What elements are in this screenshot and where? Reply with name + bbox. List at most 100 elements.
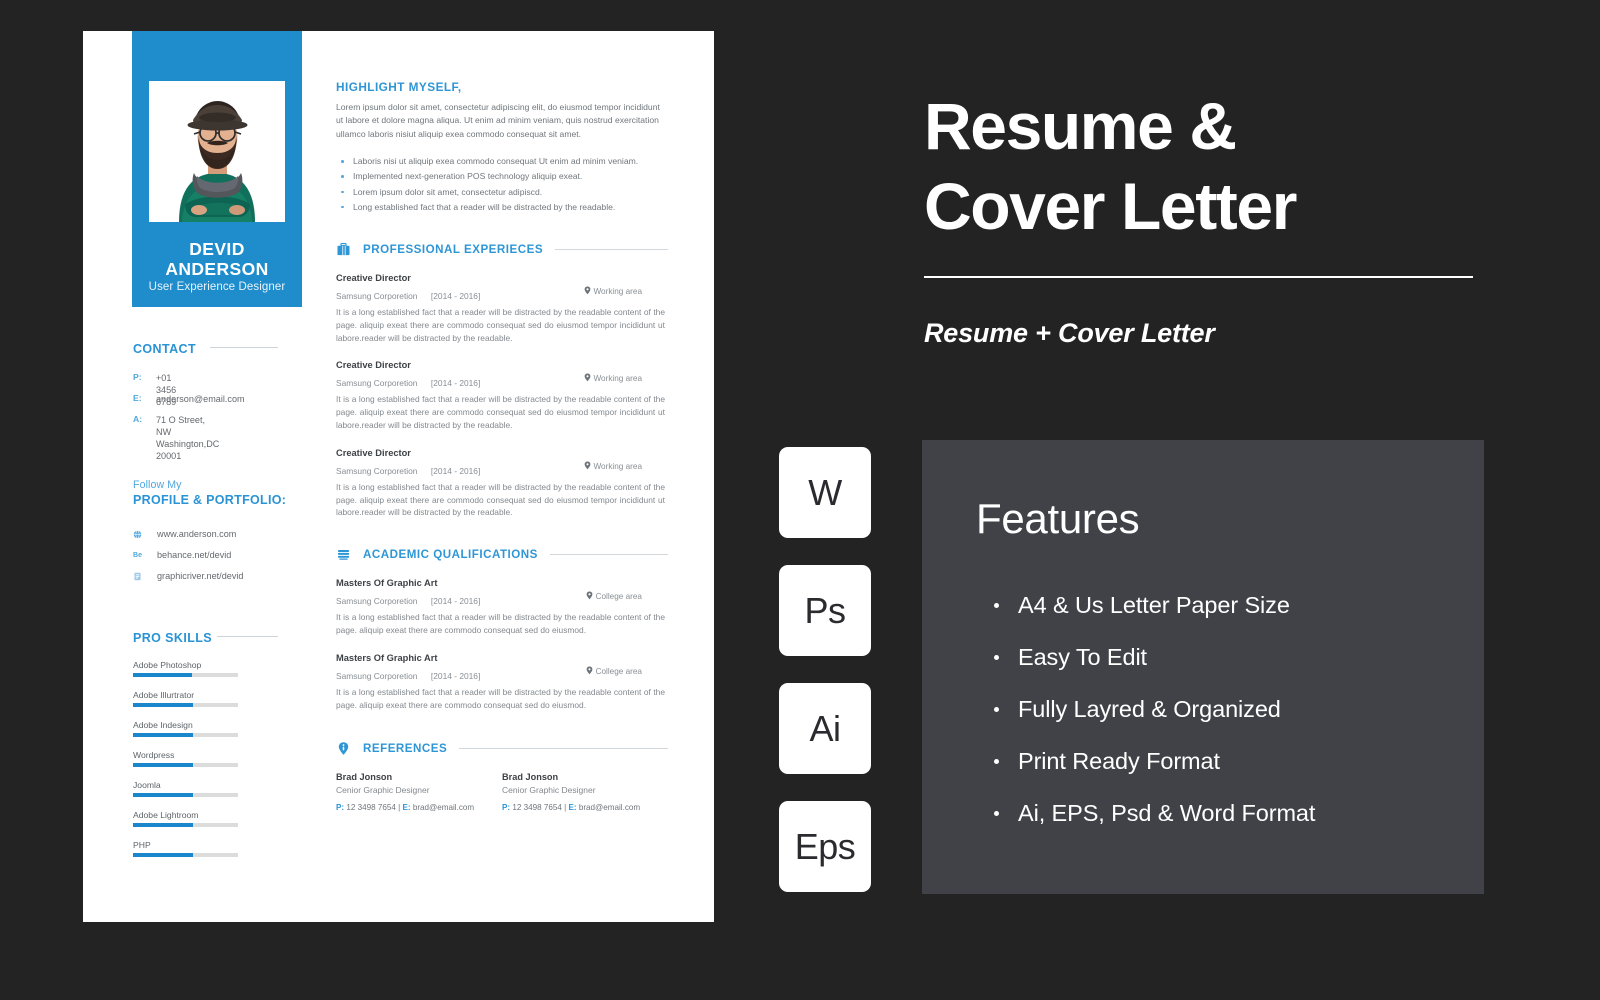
reference-contact: P: 12 3498 7654 | E: brad@email.com xyxy=(336,803,502,812)
entry-title: Masters Of Graphic Art xyxy=(336,578,438,589)
entry-place: Working area xyxy=(584,286,642,296)
highlight-bullet: Lorem ipsum dolor sit amet, consectetur … xyxy=(336,185,668,200)
reference-separator: | xyxy=(564,803,567,813)
skill-label: Adobe Illurtrator xyxy=(133,690,195,700)
contact-key-phone: P: xyxy=(133,372,142,382)
academic-section-header: ACADEMIC QUALIFICATIONS xyxy=(336,547,668,562)
map-pin-icon xyxy=(586,666,593,675)
promo-divider xyxy=(924,276,1473,278)
experience-entry: Creative Director Samsung Corporetion [2… xyxy=(336,360,668,431)
contact-section-title: CONTACT xyxy=(133,342,196,356)
map-pin-icon xyxy=(584,461,591,470)
academic-section: ACADEMIC QUALIFICATIONS Masters Of Graph… xyxy=(336,547,668,711)
entry-title: Creative Director xyxy=(336,273,411,284)
entry-meta: Samsung Corporetion [2014 - 2016] Workin… xyxy=(336,461,668,476)
entry-meta: Samsung Corporetion [2014 - 2016] Workin… xyxy=(336,373,668,389)
resume-sidebar: DEVID ANDERSON User Experience Designer … xyxy=(132,31,302,922)
reference-card: Brad Jonson Cenior Graphic Designer P: 1… xyxy=(336,772,502,812)
entry-meta: Samsung Corporetion [2014 - 2016] Colleg… xyxy=(336,666,668,681)
skill-track xyxy=(133,733,238,737)
experience-section-title: PROFESSIONAL EXPERIECES xyxy=(363,243,544,257)
promo-title-line-1: Resume & xyxy=(924,89,1237,163)
skill-fill xyxy=(133,703,193,707)
format-badge-list: W Ps Ai Eps xyxy=(779,447,871,919)
skill-item: Joomla xyxy=(133,780,238,797)
feature-item: A4 & Us Letter Paper Size xyxy=(990,592,1315,618)
reference-separator: | xyxy=(398,803,401,813)
reference-email-key: E: xyxy=(402,803,411,813)
skill-fill xyxy=(133,733,193,737)
highlight-paragraph: Lorem ipsum dolor sit amet, consectetur … xyxy=(336,102,660,139)
entry-place-text: College area xyxy=(595,592,642,602)
experience-entry: Creative Director Samsung Corporetion [2… xyxy=(336,273,668,344)
info-pin-icon xyxy=(336,741,351,756)
entry-place-text: Working area xyxy=(593,287,642,297)
word-format-badge[interactable]: W xyxy=(779,447,871,538)
references-section-divider xyxy=(459,748,668,750)
entry-place: College area xyxy=(586,666,642,676)
experience-section: PROFESSIONAL EXPERIECES Creative Directo… xyxy=(336,242,668,519)
experience-entry: Creative Director Samsung Corporetion [2… xyxy=(336,448,668,519)
resume-page: DEVID ANDERSON User Experience Designer … xyxy=(83,31,714,922)
entry-dates: [2014 - 2016] xyxy=(430,670,481,681)
resume-main-column: HIGHLIGHT MYSELF, Lorem ipsum dolor sit … xyxy=(336,31,668,812)
profile-last-name: ANDERSON xyxy=(165,259,269,279)
profile-header-block: DEVID ANDERSON User Experience Designer xyxy=(132,31,302,307)
entry-org: Samsung Corporetion xyxy=(336,378,418,389)
skill-fill xyxy=(133,793,193,797)
promo-title-line-2: Cover Letter xyxy=(924,169,1297,243)
reference-card: Brad Jonson Cenior Graphic Designer P: 1… xyxy=(502,772,668,812)
promo-title: Resume & Cover Letter xyxy=(924,86,1524,246)
feature-item: Print Ready Format xyxy=(990,748,1315,774)
reference-phone-key: P: xyxy=(336,803,345,813)
reference-phone: 12 3498 7654 xyxy=(512,803,562,813)
entry-dates: [2014 - 2016] xyxy=(430,291,481,302)
academic-entry: Masters Of Graphic Art Samsung Corporeti… xyxy=(336,578,668,637)
features-list: A4 & Us Letter Paper Size Easy To Edit F… xyxy=(990,592,1315,852)
skill-label: Adobe Lightroom xyxy=(133,810,199,820)
entry-place-text: College area xyxy=(595,666,642,676)
entry-meta: Samsung Corporetion [2014 - 2016] Colleg… xyxy=(336,591,668,607)
skill-fill xyxy=(133,823,193,827)
eps-format-badge[interactable]: Eps xyxy=(779,801,871,892)
photoshop-format-badge[interactable]: Ps xyxy=(779,565,871,656)
illustrator-format-badge[interactable]: Ai xyxy=(779,683,871,774)
globe-icon xyxy=(133,530,142,539)
feature-item: Ai, EPS, Psd & Word Format xyxy=(990,800,1315,826)
entry-meta: Samsung Corporetion [2014 - 2016] Workin… xyxy=(336,286,668,302)
highlight-section: HIGHLIGHT MYSELF, Lorem ipsum dolor sit … xyxy=(336,80,668,215)
features-title: Features xyxy=(976,495,1140,542)
skills-divider xyxy=(217,636,278,637)
reference-contact: P: 12 3498 7654 | E: brad@email.com xyxy=(502,803,668,812)
references-section: REFERENCES Brad Jonson Cenior Graphic De… xyxy=(336,741,668,812)
highlight-title: HIGHLIGHT MYSELF, xyxy=(336,80,462,94)
highlight-bullet: Laboris nisi ut aliquip exea commodo con… xyxy=(336,154,668,169)
skill-label: Wordpress xyxy=(133,750,175,760)
skill-label: Joomla xyxy=(133,780,161,790)
skill-fill xyxy=(133,853,193,857)
profile-name: DEVID ANDERSON xyxy=(132,239,302,279)
reference-email-key: E: xyxy=(568,803,577,813)
entry-org: Samsung Corporetion xyxy=(336,465,418,476)
skill-track xyxy=(133,763,238,767)
reference-name: Brad Jonson xyxy=(502,772,559,783)
skill-item: Adobe Lightroom xyxy=(133,810,238,827)
portfolio-link-behance-text: behance.net/devid xyxy=(157,550,232,560)
skill-track xyxy=(133,793,238,797)
entry-description: It is a long established fact that a rea… xyxy=(336,686,665,710)
portrait-photo xyxy=(149,81,285,222)
skill-item: Adobe Indesign xyxy=(133,720,238,737)
skills-section-title: PRO SKILLS xyxy=(133,631,213,645)
portfolio-link-website-text: www.anderson.com xyxy=(157,529,237,539)
reference-phone: 12 3498 7654 xyxy=(346,803,396,813)
entry-org: Samsung Corporetion xyxy=(336,596,418,607)
contact-value-address: 71 O Street, NW Washington,DC 20001 xyxy=(156,415,220,461)
contact-key-address: A: xyxy=(133,414,143,424)
references-section-title: REFERENCES xyxy=(363,742,448,756)
highlight-bullet: Implemented next-generation POS technolo… xyxy=(336,169,668,184)
entry-dates: [2014 - 2016] xyxy=(430,596,481,607)
skill-item: Adobe Illurtrator xyxy=(133,690,238,707)
skill-item: PHP xyxy=(133,840,238,857)
contact-divider xyxy=(210,347,278,348)
skill-fill xyxy=(133,763,193,767)
